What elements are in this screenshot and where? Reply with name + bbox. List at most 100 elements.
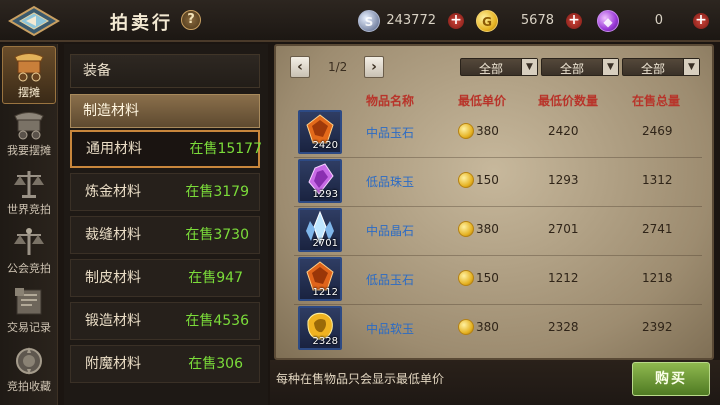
item-quantity: 2420 [312, 140, 338, 151]
subcategory-count: 在售3730 [185, 227, 249, 243]
column-header-total-on-sale: 在售总量 [632, 94, 681, 108]
add-silver-button[interactable]: + [448, 13, 464, 29]
total-on-sale: 2469 [642, 124, 673, 138]
subcategory-item[interactable]: 炼金材料 在售3179 [70, 173, 260, 211]
min-price-quantity: 1293 [548, 173, 579, 187]
item-name: 中品晶石 [366, 224, 415, 238]
category-equipment[interactable]: 装备 [70, 54, 260, 88]
subcategory-count: 在售947 [188, 270, 243, 286]
subcategory-count: 在售3179 [185, 184, 249, 200]
nav-label: 摆摊 [18, 86, 40, 99]
table-row[interactable]: 2328 中品软玉 380 2328 2392 [294, 306, 702, 350]
subcategory-item[interactable]: 锻造材料 在售4536 [70, 302, 260, 340]
nav-item-stall[interactable]: 摆摊 [2, 46, 56, 104]
total-on-sale: 2741 [642, 222, 673, 236]
stall-icon [14, 112, 44, 140]
chevron-down-icon: ▼ [521, 59, 537, 75]
gold-currency: G 5678 + [476, 10, 588, 32]
add-gem-button[interactable]: + [693, 13, 709, 29]
column-header-min-price-qty: 最低价数量 [538, 94, 599, 108]
min-price: 150 [476, 173, 499, 187]
nav-label: 公会竞拍 [7, 262, 51, 275]
subcategory-count: 在售4536 [185, 313, 249, 329]
subcategory-name: 附魔材料 [85, 356, 141, 372]
table-row[interactable]: 1293 低品珠玉 150 1293 1312 [294, 159, 702, 207]
nav-item-my-stall[interactable]: 我要摆摊 [2, 105, 56, 163]
record-book-icon [15, 288, 42, 315]
total-on-sale: 1312 [642, 173, 673, 187]
row-divider [294, 206, 702, 207]
subcategory-count: 在售15177 [189, 141, 262, 157]
gold-coin-icon [458, 172, 474, 188]
item-thumbnail: 2701 [298, 208, 342, 252]
min-price-quantity: 2328 [548, 320, 579, 334]
side-nav: 摆摊 我要摆摊 世界竞拍 公会竞拍 交易记录 竞拍收藏 [0, 44, 58, 405]
price-notice: 每种在售物品只会显示最低单价 [276, 372, 445, 386]
column-header-item-name: 物品名称 [366, 94, 415, 108]
gem-amount: 0 [654, 13, 663, 28]
nav-label: 我要摆摊 [7, 144, 51, 157]
nav-item-guild-auction[interactable]: 公会竞拍 [2, 223, 56, 281]
back-button[interactable] [6, 4, 64, 38]
subcategory-item[interactable]: 通用材料 在售15177 [70, 130, 262, 168]
min-price-quantity: 2420 [548, 124, 579, 138]
chevron-down-icon: ▼ [602, 59, 618, 75]
min-price: 380 [476, 320, 499, 334]
top-bar: 拍卖行 ? S 243772 + G 5678 + ◆ 0 + [0, 0, 720, 42]
filter-dropdown[interactable]: 全部 ▼ [622, 58, 700, 76]
subcategory-item[interactable]: 裁缝材料 在售3730 [70, 216, 260, 254]
gold-coin-icon [458, 123, 474, 139]
page-title: 拍卖行 [110, 13, 173, 34]
item-quantity: 1293 [312, 189, 338, 200]
min-price: 380 [476, 124, 499, 138]
purple-gem-icon: ◆ [597, 10, 619, 32]
silver-coin-icon: S [358, 10, 380, 32]
filter-value: 全部 [560, 62, 585, 76]
min-price-quantity: 1212 [548, 271, 579, 285]
item-thumbnail: 1293 [298, 159, 342, 203]
prev-page-button[interactable]: ‹ [290, 56, 310, 78]
category-crafting-materials[interactable]: 制造材料 [70, 94, 260, 128]
row-divider [294, 304, 702, 305]
row-divider [294, 255, 702, 256]
gold-coin-icon [458, 221, 474, 237]
page-indicator: 1/2 [328, 60, 348, 74]
item-name: 中品玉石 [366, 126, 415, 140]
table-row[interactable]: 2701 中品晶石 380 2701 2741 [294, 208, 702, 256]
guild-scales-icon [14, 228, 44, 255]
help-icon[interactable]: ? [181, 10, 201, 30]
subcategory-name: 通用材料 [86, 141, 142, 157]
filter-dropdown[interactable]: 全部 ▼ [541, 58, 619, 76]
subcategory-item[interactable]: 附魔材料 在售306 [70, 345, 260, 383]
add-gold-button[interactable]: + [566, 13, 582, 29]
next-page-button[interactable]: › [364, 56, 384, 78]
subcategory-count: 在售306 [188, 356, 243, 372]
gold-coin-icon: G [476, 10, 498, 32]
item-thumbnail: 1212 [298, 257, 342, 301]
nav-item-trade-records[interactable]: 交易记录 [2, 282, 56, 340]
total-on-sale: 2392 [642, 320, 673, 334]
buy-button[interactable]: 购买 [632, 362, 710, 396]
column-header-min-price: 最低单价 [458, 94, 507, 108]
silver-amount: 243772 [386, 13, 436, 28]
gold-amount: 5678 [520, 13, 554, 28]
filter-dropdown[interactable]: 全部 ▼ [460, 58, 538, 76]
cart-icon [14, 53, 44, 82]
item-thumbnail: 2420 [298, 110, 342, 154]
nav-item-world-auction[interactable]: 世界竞拍 [2, 164, 56, 222]
gold-coin-icon [458, 270, 474, 286]
item-thumbnail: 2328 [298, 306, 342, 350]
table-row[interactable]: 2420 中品玉石 380 2420 2469 [294, 110, 702, 158]
nav-item-auction-favorites[interactable]: 竞拍收藏 [2, 341, 56, 399]
item-name: 低品玉石 [366, 273, 415, 287]
chevron-down-icon: ▼ [683, 59, 699, 75]
subcategory-name: 制皮材料 [85, 270, 141, 286]
table-row[interactable]: 1212 低品玉石 150 1212 1218 [294, 257, 702, 305]
item-name: 低品珠玉 [366, 175, 415, 189]
subcategory-item[interactable]: 制皮材料 在售947 [70, 259, 260, 297]
row-divider [294, 157, 702, 158]
total-on-sale: 1218 [642, 271, 673, 285]
nav-label: 交易记录 [7, 321, 51, 334]
subcategory-name: 炼金材料 [85, 184, 141, 200]
min-price: 150 [476, 271, 499, 285]
